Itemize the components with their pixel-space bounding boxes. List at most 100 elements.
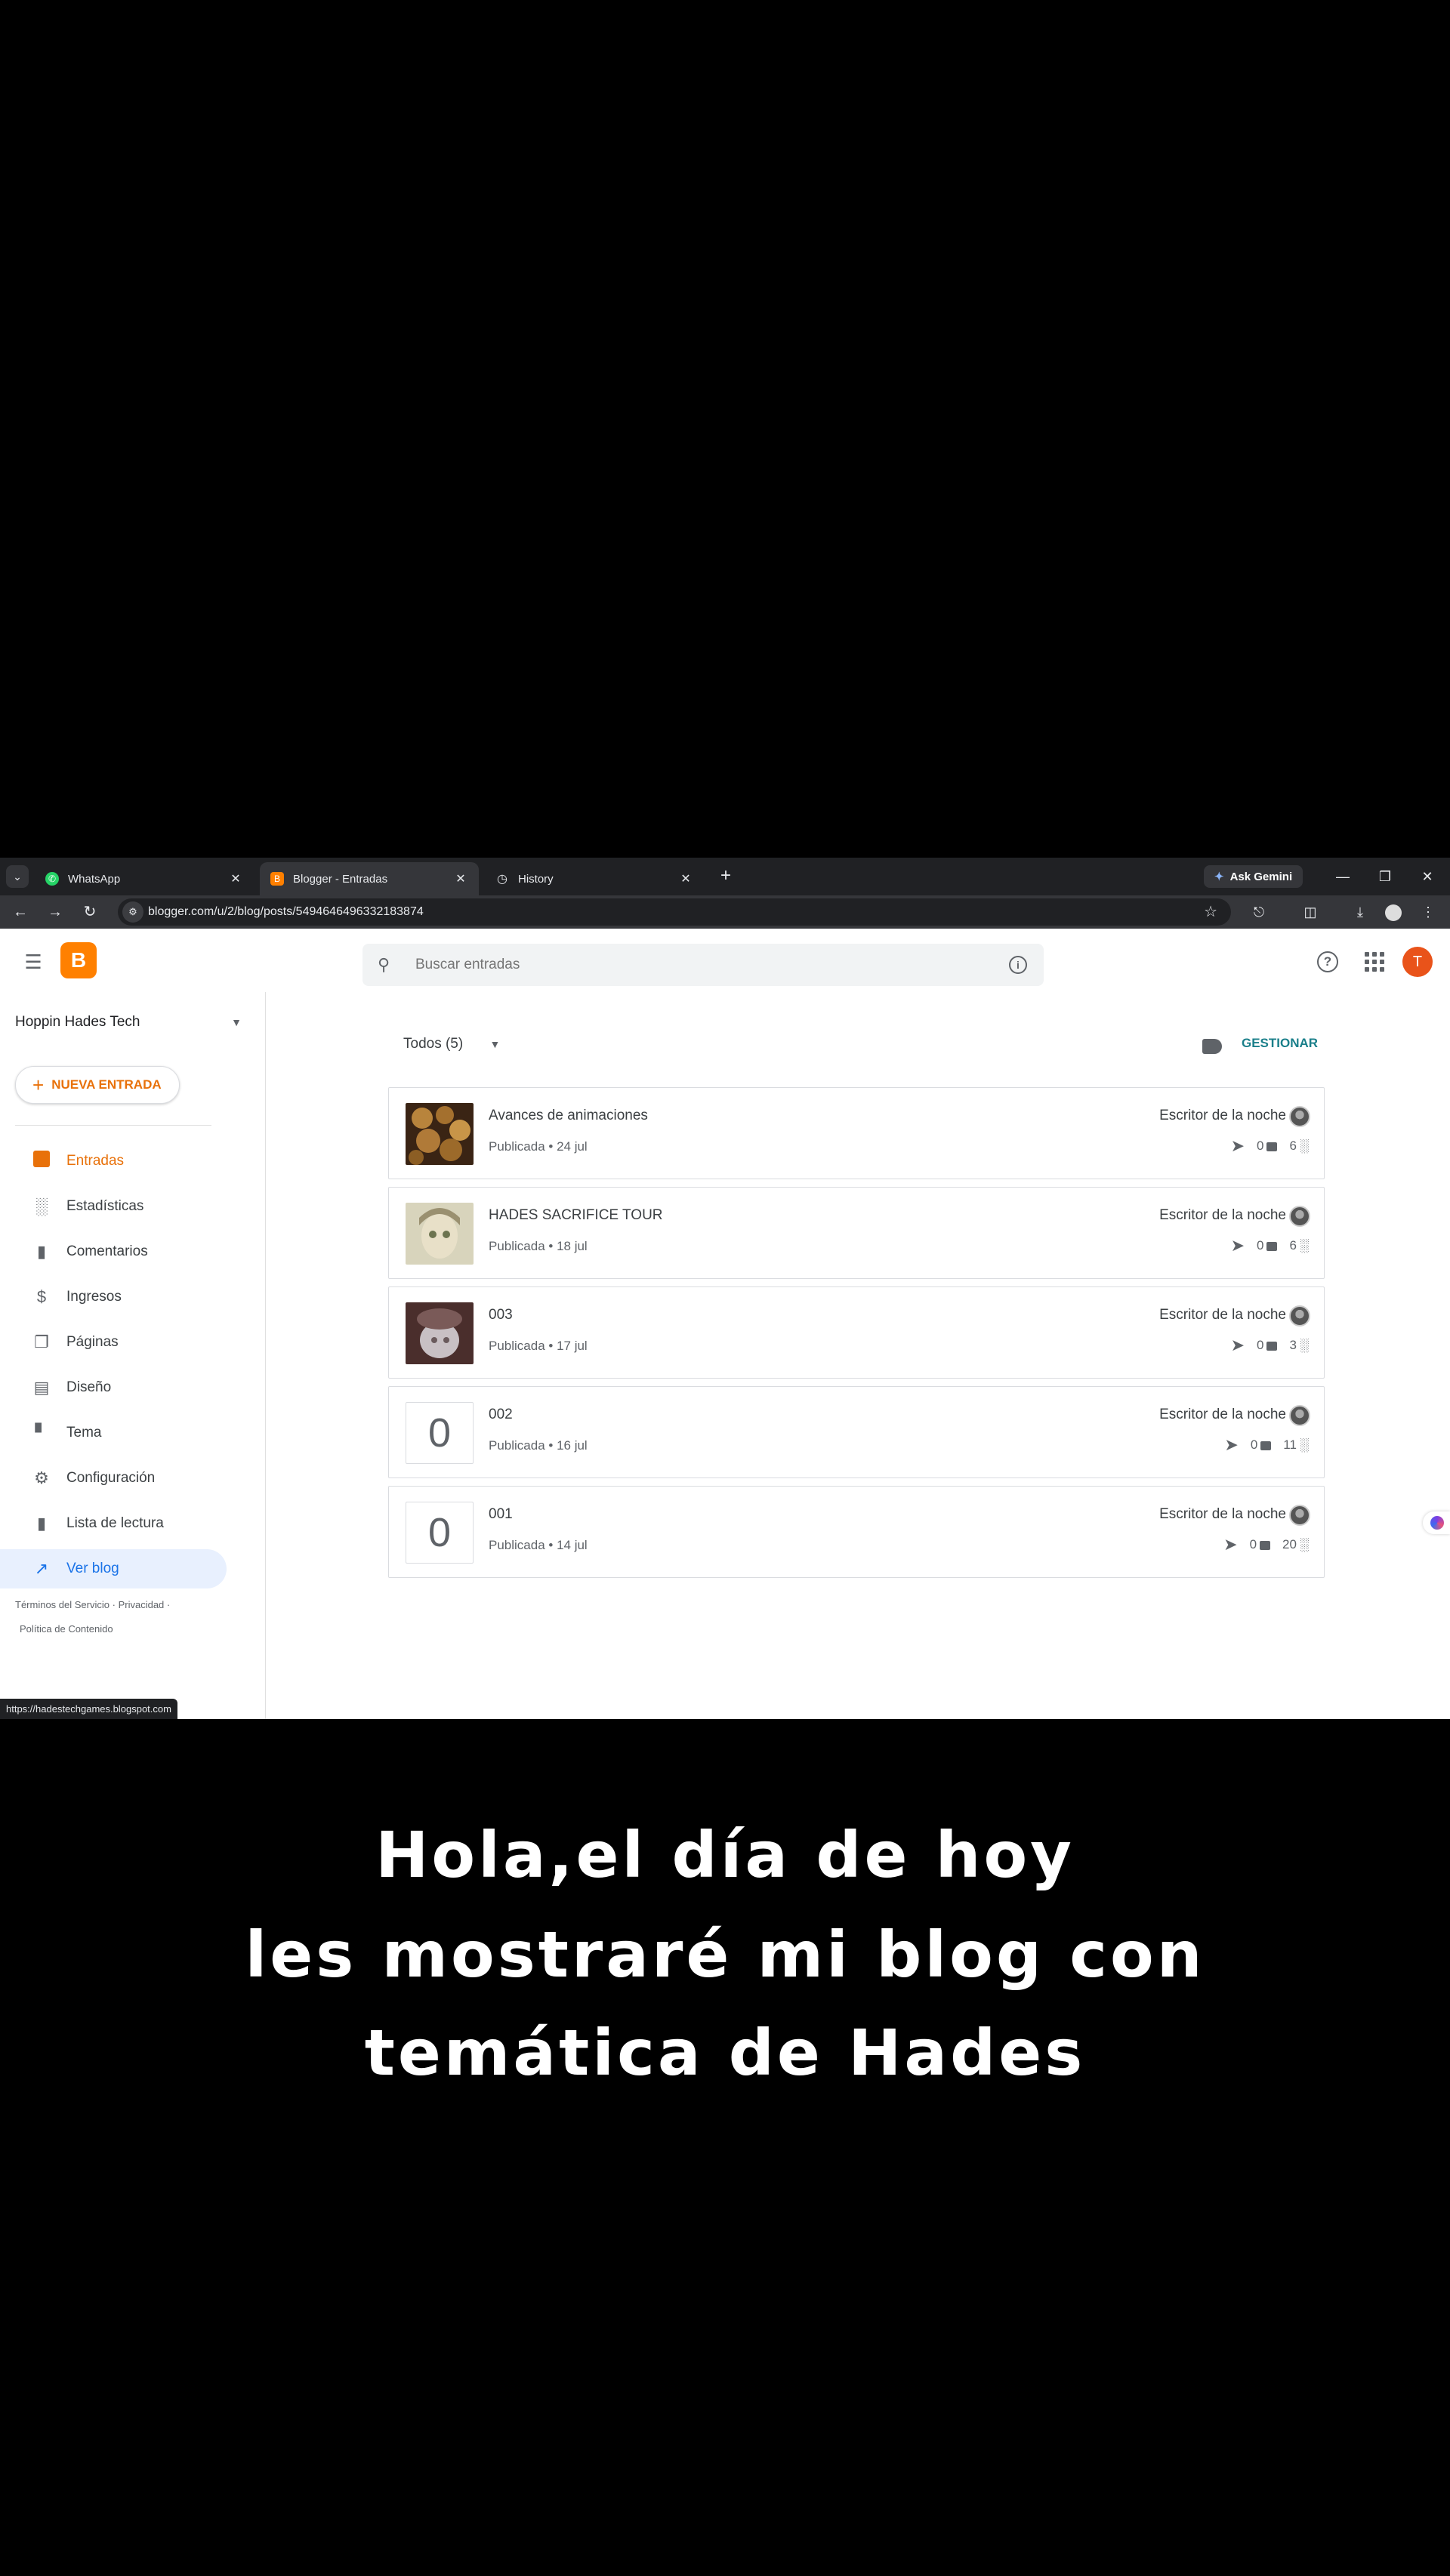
reload-icon[interactable]: ↻: [79, 901, 101, 923]
post-status: Publicada • 17 jul: [489, 1339, 588, 1353]
manage-button[interactable]: GESTIONAR: [1242, 1036, 1318, 1051]
blogger-logo[interactable]: B: [60, 942, 97, 978]
sidebar-item-paginas[interactable]: ❐ Páginas: [0, 1323, 227, 1362]
post-status: Publicada • 16 jul: [489, 1438, 588, 1453]
sidebar-item-label: Estadísticas: [66, 1198, 144, 1214]
label-tag-icon[interactable]: [1202, 1039, 1222, 1054]
post-status: Publicada • 18 jul: [489, 1239, 588, 1253]
terms-link[interactable]: Términos del Servicio: [15, 1599, 110, 1610]
close-window-button[interactable]: ✕: [1412, 865, 1442, 888]
extensions-icon[interactable]: ⎋: [1248, 901, 1270, 923]
close-tab-icon[interactable]: ✕: [678, 871, 693, 886]
post-title[interactable]: 002: [489, 1407, 513, 1423]
new-tab-button[interactable]: +: [714, 865, 737, 888]
close-tab-icon[interactable]: ✕: [228, 871, 243, 886]
post-filter-dropdown[interactable]: Todos (5) ▼: [403, 1036, 500, 1052]
post-status: Publicada • 24 jul: [489, 1139, 588, 1154]
sidebar-item-comentarios[interactable]: ▮ Comentarios: [0, 1232, 227, 1271]
minimize-button[interactable]: —: [1328, 865, 1358, 888]
view-count-value: 11: [1283, 1437, 1297, 1452]
side-panel-icon[interactable]: ◫: [1299, 901, 1322, 923]
blog-selector[interactable]: Hoppin Hades Tech ▼: [15, 1007, 242, 1037]
post-row[interactable]: 0 001 Publicada • 14 jul Escritor de la …: [388, 1486, 1325, 1578]
comment-count-value: 0: [1257, 1238, 1264, 1253]
apps-grid-icon[interactable]: [1362, 950, 1385, 972]
new-post-button[interactable]: + NUEVA ENTRADA: [15, 1066, 180, 1104]
caption-line: temática de Hades: [364, 2016, 1086, 2090]
sidebar-item-lista-de-lectura[interactable]: ▮ Lista de lectura: [0, 1504, 227, 1543]
post-row[interactable]: HADES SACRIFICE TOUR Publicada • 18 jul …: [388, 1187, 1325, 1279]
post-title[interactable]: Avances de animaciones: [489, 1108, 648, 1124]
tab-history[interactable]: ◷ History ✕: [485, 862, 704, 895]
blog-name: Hoppin Hades Tech: [15, 1014, 140, 1030]
post-title[interactable]: 001: [489, 1506, 513, 1523]
close-tab-icon[interactable]: ✕: [453, 871, 468, 886]
url-text[interactable]: blogger.com/u/2/blog/posts/5494646496332…: [148, 898, 424, 926]
help-icon[interactable]: ?: [1317, 951, 1338, 972]
tab-blogger[interactable]: B Blogger - Entradas ✕: [260, 862, 479, 895]
dropdown-caret-icon: ▼: [231, 1016, 242, 1028]
content-policy-link[interactable]: Política de Contenido: [20, 1623, 113, 1635]
sidebar-item-label: Configuración: [66, 1470, 156, 1486]
post-thumbnail-placeholder: 0: [406, 1402, 474, 1464]
share-icon[interactable]: ➤: [1224, 1435, 1238, 1455]
post-status: Publicada • 14 jul: [489, 1538, 588, 1552]
view-count-value: 3: [1289, 1337, 1297, 1352]
bookmark-star-icon[interactable]: ☆: [1204, 898, 1217, 926]
back-arrow-icon[interactable]: ←: [9, 901, 32, 923]
sidebar: Hoppin Hades Tech ▼ + NUEVA ENTRADA Entr…: [0, 992, 266, 1719]
tab-search-button[interactable]: ⌄: [6, 865, 29, 888]
post-title[interactable]: 003: [489, 1307, 513, 1323]
post-row[interactable]: 003 Publicada • 17 jul Escritor de la no…: [388, 1286, 1325, 1379]
post-thumbnail: [406, 1103, 474, 1165]
post-row[interactable]: 0 002 Publicada • 16 jul Escritor de la …: [388, 1386, 1325, 1478]
info-icon[interactable]: i: [1009, 956, 1027, 974]
privacy-link[interactable]: Privacidad: [119, 1599, 165, 1610]
sidebar-item-estadisticas[interactable]: ░ Estadísticas: [0, 1187, 227, 1226]
author-avatar: [1289, 1305, 1310, 1327]
plus-icon: +: [32, 1073, 45, 1096]
gemini-label: Ask Gemini: [1229, 870, 1293, 883]
sidebar-item-diseno[interactable]: ▤ Diseño: [0, 1368, 227, 1407]
author-avatar: [1289, 1106, 1310, 1127]
post-row[interactable]: Avances de animaciones Publicada • 24 ju…: [388, 1087, 1325, 1179]
sidebar-item-entradas[interactable]: Entradas: [0, 1142, 227, 1181]
search-input[interactable]: [415, 950, 944, 980]
separator: ·: [166, 1599, 171, 1610]
site-info-icon[interactable]: ⚙: [122, 901, 143, 923]
sidebar-item-label: Ver blog: [66, 1561, 119, 1576]
sidebar-item-tema[interactable]: ▘ Tema: [0, 1413, 227, 1453]
floating-widget[interactable]: [1423, 1511, 1450, 1534]
restore-button[interactable]: ❐: [1370, 865, 1400, 888]
address-bar[interactable]: ⚙ blogger.com/u/2/blog/posts/54946464963…: [118, 898, 1231, 926]
ask-gemini-button[interactable]: ✦ Ask Gemini: [1204, 865, 1303, 888]
share-icon[interactable]: ➤: [1231, 1236, 1245, 1256]
search-icon: ⚲: [378, 955, 390, 974]
post-stats: ➤ 0 3 ░: [1231, 1336, 1309, 1355]
search-box: ⚲ i: [362, 944, 1044, 986]
browser-profile-avatar[interactable]: [1385, 904, 1402, 921]
share-icon[interactable]: ➤: [1231, 1336, 1245, 1355]
download-icon[interactable]: ⤓: [1349, 901, 1371, 923]
share-icon[interactable]: ➤: [1223, 1535, 1237, 1555]
sidebar-item-ingresos[interactable]: $ Ingresos: [0, 1277, 227, 1317]
posts-icon: [32, 1151, 51, 1172]
footer-links-2: Política de Contenido: [20, 1623, 113, 1635]
sidebar-item-ver-blog[interactable]: ↗ Ver blog: [0, 1549, 227, 1588]
tab-whatsapp[interactable]: ✆ WhatsApp ✕: [35, 862, 254, 895]
forward-arrow-icon[interactable]: →: [44, 901, 66, 923]
new-post-label: NUEVA ENTRADA: [51, 1077, 162, 1092]
menu-icon[interactable]: ☰: [21, 950, 45, 974]
sidebar-item-configuracion[interactable]: ⚙ Configuración: [0, 1459, 227, 1498]
bookmark-icon: ▮: [36, 1514, 47, 1533]
blogger-favicon-icon: B: [270, 872, 284, 886]
share-icon[interactable]: ➤: [1231, 1136, 1245, 1156]
sidebar-item-label: Ingresos: [66, 1289, 122, 1305]
post-title[interactable]: HADES SACRIFICE TOUR: [489, 1207, 663, 1224]
browser-menu-icon[interactable]: ⋮: [1417, 901, 1439, 923]
sidebar-item-label: Lista de lectura: [66, 1515, 164, 1531]
post-thumbnail-placeholder: 0: [406, 1502, 474, 1564]
account-avatar[interactable]: T: [1402, 947, 1433, 977]
comment-icon: ▮: [36, 1242, 47, 1261]
sidebar-item-label: Entradas: [66, 1153, 125, 1169]
